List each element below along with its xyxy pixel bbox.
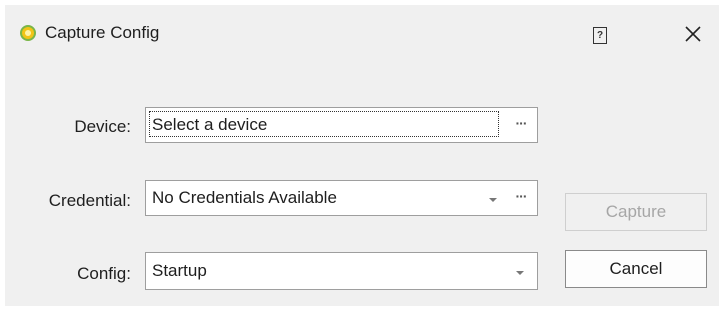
config-select[interactable]: Startup — [145, 252, 538, 290]
gear-flower-icon — [20, 25, 36, 41]
cancel-button[interactable]: Cancel — [565, 250, 707, 288]
capture-config-dialog: Capture Config ? Device: Select a device… — [5, 5, 719, 306]
chevron-down-icon[interactable] — [513, 266, 527, 280]
credential-label: Credential: — [48, 191, 131, 210]
credential-value: No Credentials Available — [152, 188, 337, 207]
close-icon[interactable] — [680, 21, 706, 47]
device-field[interactable]: Select a device ··· — [145, 107, 538, 143]
device-value: Select a device — [152, 115, 268, 134]
help-icon: ? — [596, 30, 604, 41]
help-button[interactable]: ? — [593, 27, 607, 44]
credential-browse-button[interactable]: ··· — [510, 188, 532, 204]
config-label: Config: — [77, 264, 131, 283]
config-value: Startup — [152, 261, 207, 280]
window-title: Capture Config — [45, 23, 160, 42]
capture-button[interactable]: Capture — [565, 193, 707, 231]
device-label: Device: — [74, 117, 131, 136]
device-browse-button[interactable]: ··· — [510, 115, 532, 131]
title-bar: Capture Config ? — [5, 5, 719, 49]
credential-field[interactable]: No Credentials Available ··· — [145, 180, 538, 216]
chevron-down-icon[interactable] — [486, 193, 500, 207]
